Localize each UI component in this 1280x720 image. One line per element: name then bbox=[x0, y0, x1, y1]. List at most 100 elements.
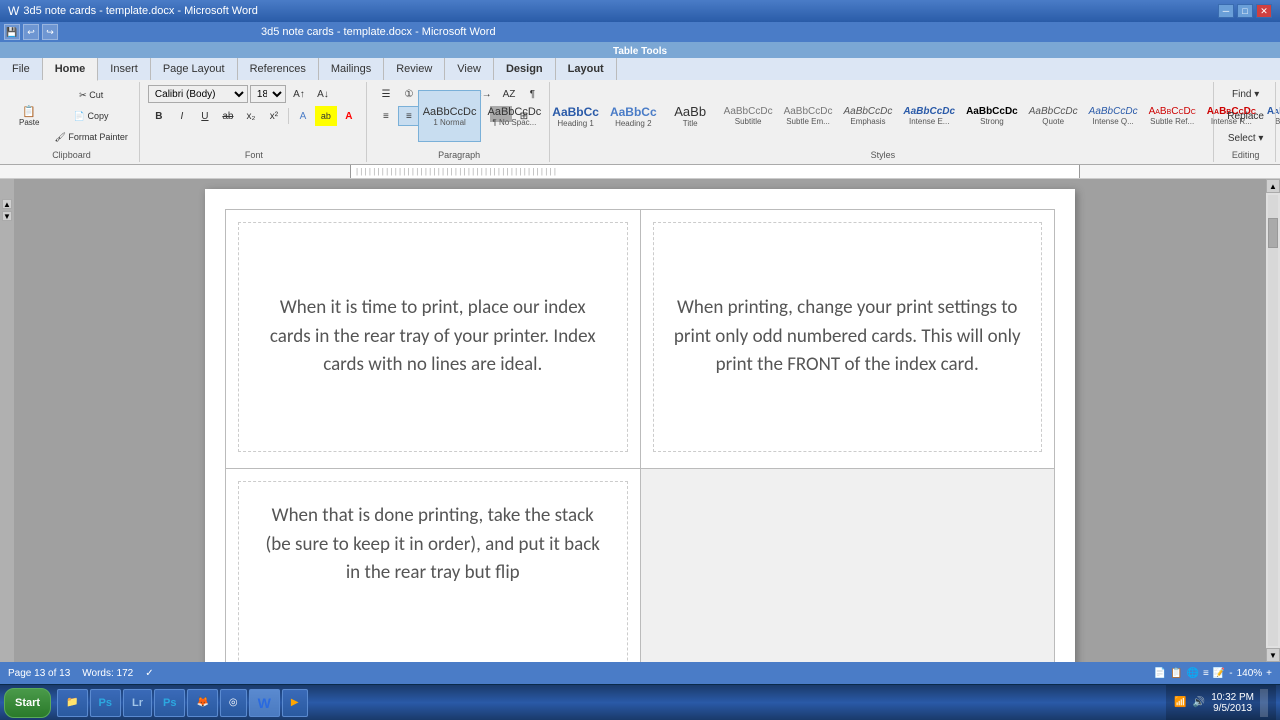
text-effects-button[interactable]: A bbox=[292, 106, 314, 126]
scroll-track[interactable] bbox=[1268, 195, 1278, 646]
format-painter-button[interactable]: 🖌 Format Painter bbox=[49, 127, 132, 147]
page-up-button[interactable]: ▲ bbox=[2, 199, 12, 209]
zoom-in-button[interactable]: + bbox=[1266, 668, 1272, 679]
style-no-spacing[interactable]: AaBbCcDc ¶ No Spac... bbox=[482, 90, 546, 142]
taskbar-item-chrome[interactable]: ◎ bbox=[220, 689, 247, 717]
show-desktop-button[interactable] bbox=[1260, 689, 1268, 717]
taskbar-item-ps2[interactable]: Ps bbox=[154, 689, 185, 717]
taskbar-item-lr[interactable]: Lr bbox=[123, 689, 152, 717]
speaker-icon: 🔊 bbox=[1193, 697, 1205, 708]
taskbar-item-word[interactable]: W bbox=[249, 689, 280, 717]
select-button[interactable]: Select ▾ bbox=[1222, 128, 1269, 148]
view-web-button[interactable]: 🌐 bbox=[1186, 668, 1198, 679]
style-subtitle[interactable]: AaBbCcDc Subtitle bbox=[719, 90, 778, 142]
tab-mailings[interactable]: Mailings bbox=[319, 58, 384, 80]
ribbon-table-tools-header: Table Tools bbox=[0, 42, 1280, 58]
status-left: Page 13 of 13 Words: 172 ✓ bbox=[8, 668, 154, 679]
word-icon: W bbox=[8, 4, 19, 18]
taskbar-item-ps[interactable]: Ps bbox=[90, 689, 121, 717]
minimize-button[interactable]: ─ bbox=[1218, 4, 1234, 18]
strikethrough-button[interactable]: ab bbox=[217, 106, 239, 126]
decrease-font-button[interactable]: A↓ bbox=[312, 84, 334, 104]
save-quick-button[interactable]: 💾 bbox=[4, 24, 20, 40]
taskbar-item-vlc[interactable]: ▶ bbox=[282, 689, 308, 717]
style-intense-q[interactable]: AaBbCcDc Intense Q... bbox=[1084, 90, 1143, 142]
spell-check-icon: ✓ bbox=[145, 668, 153, 679]
underline-button[interactable]: U bbox=[194, 106, 216, 126]
page-info: Page 13 of 13 bbox=[8, 668, 70, 679]
numbering-button[interactable]: ① bbox=[398, 84, 420, 104]
zoom-out-button[interactable]: - bbox=[1229, 668, 1232, 679]
status-bar: Page 13 of 13 Words: 172 ✓ 📄 📋 🌐 ≡ 📝 - 1… bbox=[0, 662, 1280, 684]
start-button[interactable]: Start bbox=[4, 688, 51, 718]
tab-insert[interactable]: Insert bbox=[98, 58, 151, 80]
align-left-button[interactable]: ≡ bbox=[375, 106, 397, 126]
tab-layout[interactable]: Layout bbox=[556, 58, 617, 80]
superscript-button[interactable]: x² bbox=[263, 106, 285, 126]
view-full-button[interactable]: 📋 bbox=[1170, 668, 1182, 679]
style-normal[interactable]: AaBbCcDc 1 Normal bbox=[418, 90, 482, 142]
style-heading2[interactable]: AaBbCc Heading 2 bbox=[605, 90, 662, 142]
style-subtle-ref[interactable]: AaBbCcDc Subtle Ref... bbox=[1144, 90, 1201, 142]
vertical-scrollbar[interactable]: ▲ ▼ bbox=[1266, 179, 1280, 662]
tab-view[interactable]: View bbox=[445, 58, 494, 80]
taskbar-item-firefox[interactable]: 🦊 bbox=[187, 689, 217, 717]
card-cell-1: When it is time to print, place our inde… bbox=[225, 209, 641, 469]
scroll-down-button[interactable]: ▼ bbox=[1266, 648, 1280, 662]
page-down-button[interactable]: ▼ bbox=[2, 211, 12, 221]
bold-button[interactable]: B bbox=[148, 106, 170, 126]
tab-design[interactable]: Design bbox=[494, 58, 556, 80]
date-display: 9/5/2013 bbox=[1213, 703, 1252, 714]
close-button[interactable]: ✕ bbox=[1256, 4, 1272, 18]
copy-button[interactable]: 📄 Copy bbox=[49, 106, 132, 126]
tab-references[interactable]: References bbox=[238, 58, 319, 80]
font-size-select[interactable]: 18 bbox=[250, 85, 286, 103]
tab-home[interactable]: Home bbox=[43, 58, 99, 81]
style-quote[interactable]: AaBbCcDc Quote bbox=[1024, 90, 1083, 142]
view-print-button[interactable]: 📄 bbox=[1154, 668, 1166, 679]
redo-quick-button[interactable]: ↪ bbox=[42, 24, 58, 40]
style-strong[interactable]: AaBbCcDc Strong bbox=[961, 90, 1023, 142]
clipboard-label: Clipboard bbox=[52, 148, 91, 160]
tab-review[interactable]: Review bbox=[384, 58, 445, 80]
find-button[interactable]: Find ▾ bbox=[1222, 84, 1269, 104]
style-h2-label: Heading 2 bbox=[615, 119, 651, 128]
cut-button[interactable]: ✂ Cut bbox=[49, 85, 132, 105]
align-center-button[interactable]: ≡ bbox=[398, 106, 420, 126]
scroll-thumb[interactable] bbox=[1268, 218, 1278, 248]
style-emphasis[interactable]: AaBbCcDc Emphasis bbox=[838, 90, 897, 142]
subscript-button[interactable]: x₂ bbox=[240, 106, 262, 126]
font-color-button[interactable]: A bbox=[338, 106, 360, 126]
style-title[interactable]: AaBb Title bbox=[663, 90, 718, 142]
replace-button[interactable]: Replace bbox=[1222, 106, 1269, 126]
highlight-button[interactable]: ab bbox=[315, 106, 337, 126]
style-subtlref-label: Subtle Ref... bbox=[1150, 117, 1194, 126]
style-heading1[interactable]: AaBbCc Heading 1 bbox=[547, 90, 604, 142]
style-intense-em[interactable]: AaBbCcDc Intense E... bbox=[898, 90, 960, 142]
style-normal-preview: AaBbCcDc bbox=[423, 106, 477, 118]
italic-button[interactable]: I bbox=[171, 106, 193, 126]
maximize-button[interactable]: □ bbox=[1237, 4, 1253, 18]
view-draft-button[interactable]: 📝 bbox=[1213, 668, 1225, 679]
clock: 10:32 PM 9/5/2013 bbox=[1211, 692, 1254, 714]
font-family-select[interactable]: Calibri (Body) bbox=[148, 85, 248, 103]
quick-access-title: 3d5 note cards - template.docx - Microso… bbox=[261, 26, 496, 38]
card-inner-1: When it is time to print, place our inde… bbox=[238, 222, 628, 452]
clipboard-buttons: 📋 Paste ✂ Cut 📄 Copy 🖌 Format Painter bbox=[10, 84, 133, 148]
style-h1-preview: AaBbCc bbox=[552, 105, 599, 119]
card-inner-2: When printing, change your print setting… bbox=[653, 222, 1043, 452]
explorer-icon: 📁 bbox=[66, 697, 78, 708]
paste-button[interactable]: 📋 Paste bbox=[10, 90, 48, 142]
bullets-button[interactable]: ☰ bbox=[375, 84, 397, 104]
document-scroll[interactable]: When it is time to print, place our inde… bbox=[14, 179, 1266, 662]
view-outline-button[interactable]: ≡ bbox=[1203, 668, 1209, 679]
style-subtle-em[interactable]: AaBbCcDc Subtle Em... bbox=[779, 90, 838, 142]
tab-file[interactable]: File bbox=[0, 58, 43, 80]
tab-page-layout[interactable]: Page Layout bbox=[151, 58, 238, 80]
increase-font-button[interactable]: A↑ bbox=[288, 84, 310, 104]
undo-quick-button[interactable]: ↩ bbox=[23, 24, 39, 40]
taskbar-item-explorer[interactable]: 📁 bbox=[57, 689, 87, 717]
title-bar-controls[interactable]: ─ □ ✕ bbox=[1218, 4, 1272, 18]
scroll-up-button[interactable]: ▲ bbox=[1266, 179, 1280, 193]
card1-text: When it is time to print, place our inde… bbox=[259, 294, 607, 380]
